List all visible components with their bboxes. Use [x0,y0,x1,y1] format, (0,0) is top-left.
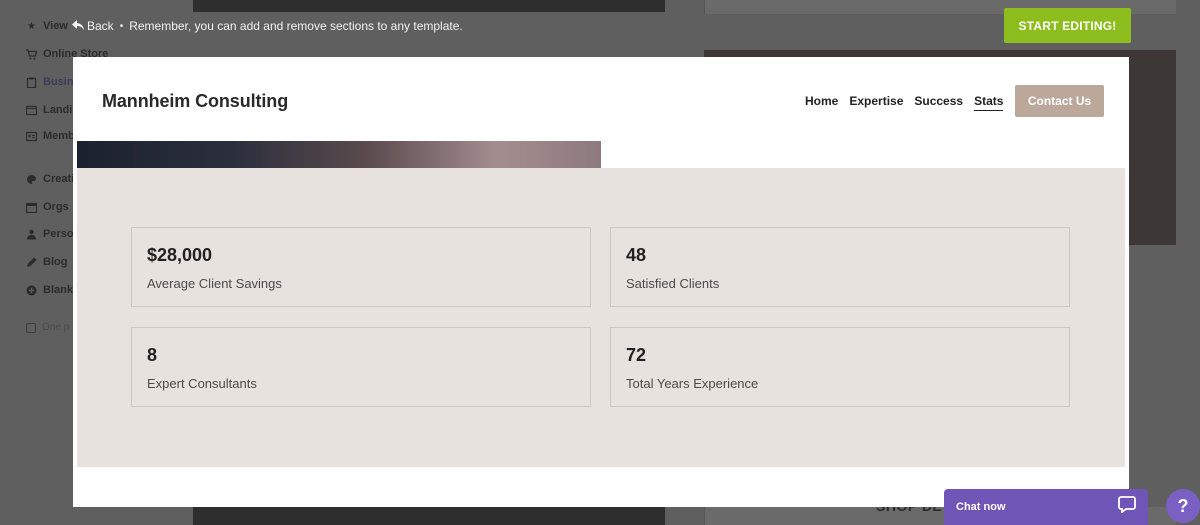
stat-card: 48 Satisfied Clients [610,227,1070,307]
stat-value: 72 [626,345,647,365]
stat-value: $28,000 [147,245,213,265]
hero-image [77,141,601,168]
stat-label: Total Years Experience [626,376,759,391]
reply-arrow-icon [72,19,84,33]
sidebar-item-orgs[interactable]: Orgs [25,199,71,215]
start-editing-button[interactable]: START EDITING! [1004,8,1131,43]
sidebar-item-membership-courses[interactable]: Membership Courses [25,130,75,158]
nav-link-stats[interactable]: Stats [974,94,1004,111]
stat-label: Average Client Savings [147,276,282,291]
nav-link-home[interactable]: Home [805,94,838,111]
template-thumbnail[interactable] [193,0,665,12]
stat-label: Satisfied Clients [626,276,720,291]
help-button[interactable]: ? [1166,489,1200,523]
back-button[interactable]: Back [72,19,114,33]
notice-message: Remember, you can add and remove section… [129,19,463,33]
chat-bubble-icon [1118,496,1136,518]
stat-value: 48 [626,245,647,265]
nav-link-expertise[interactable]: Expertise [849,94,903,111]
one-page-filter[interactable]: One page [26,322,70,333]
clipboard-icon [26,77,37,88]
cart-icon [26,48,38,60]
window-icon [25,105,38,116]
sidebar-item-creative[interactable]: Creative [26,171,75,187]
site-brand[interactable]: Mannheim Consulting [102,91,288,112]
sidebar-item-blank[interactable]: Blank [26,282,73,298]
one-page-checkbox[interactable] [26,322,36,333]
stat-value: 8 [147,345,158,365]
chat-now-widget[interactable]: Chat now [944,489,1148,525]
plus-circle-icon [26,285,37,296]
chat-now-label: Chat now [956,501,1006,513]
person-icon [26,229,37,240]
id-card-icon [25,131,38,142]
palette-icon [26,174,37,185]
stat-card: 72 Total Years Experience [610,327,1070,407]
calendar-icon [25,202,38,213]
pen-icon [26,257,37,268]
sidebar-item-blog[interactable]: Blog [26,254,67,270]
nav-link-success[interactable]: Success [914,94,963,111]
stat-label: Expert Consultants [147,376,257,391]
sidebar-item-personal[interactable]: Personal [26,226,75,242]
template-preview-modal: Mannheim Consulting Home Expertise Succe… [73,57,1129,507]
sidebar-item-business[interactable]: Business [26,74,75,90]
stat-card: $28,000 Average Client Savings [131,227,591,307]
template-thumbnail[interactable] [193,507,665,525]
site-header: Mannheim Consulting Home Expertise Succe… [73,57,1129,141]
preview-notice-bar: Back • Remember, you can add and remove … [72,17,463,35]
star-icon: ★ [27,20,36,32]
sidebar-item-view[interactable]: ★ View [26,18,68,34]
stat-card: 8 Expert Consultants [131,327,591,407]
contact-us-button[interactable]: Contact Us [1015,85,1104,117]
stats-section: $28,000 Average Client Savings 48 Satisf… [77,168,1125,467]
site-nav: Home Expertise Success Stats [805,94,1004,111]
sidebar-item-landing[interactable]: Landing [25,102,75,118]
separator-dot: • [119,20,124,32]
